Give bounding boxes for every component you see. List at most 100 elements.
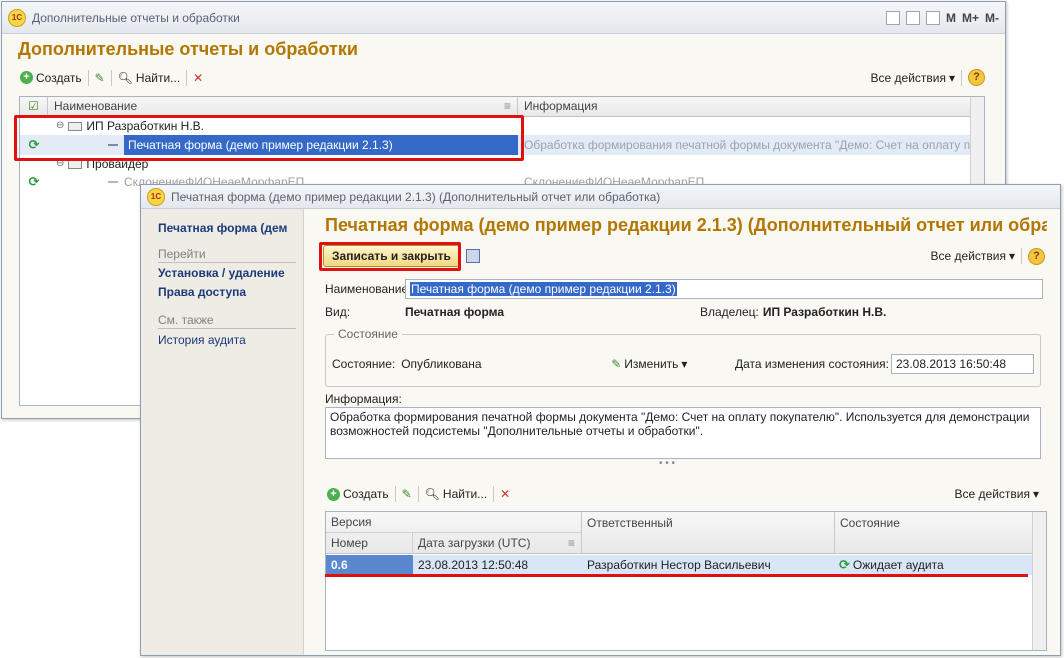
versions-grid: Версия Номер Дата загрузки (UTC) ≡ Ответ… (325, 511, 1047, 651)
versions-scrollbar[interactable] (1032, 512, 1046, 650)
toolbar-divider (186, 69, 188, 86)
edit-button[interactable]: ✎ (95, 71, 105, 85)
name-row: Наименование: Печатная форма (демо приме… (325, 279, 1043, 299)
filter-icon[interactable]: ≡ (504, 97, 511, 116)
plus-icon: + (20, 71, 33, 84)
refresh-status-icon: ⟳ (839, 557, 850, 572)
favorites-icon[interactable] (885, 10, 900, 25)
sidebar-current[interactable]: Печатная форма (дем (158, 221, 303, 235)
pencil-icon: ✎ (401, 487, 412, 501)
state-value: Опубликована (401, 357, 482, 371)
memory-mplus-button[interactable]: M+ (962, 11, 979, 25)
save-icon[interactable] (465, 249, 480, 263)
sidebar: Печатная форма (дем Перейти Установка / … (141, 209, 304, 655)
state-date-label: Дата изменения состояния: (734, 357, 889, 371)
kind-label: Вид: (325, 305, 351, 319)
memory-m-button[interactable]: M (946, 11, 956, 25)
column-responsible[interactable]: Ответственный (582, 512, 835, 553)
plus-icon: + (327, 487, 340, 501)
column-number[interactable]: Номер (326, 533, 413, 554)
column-name[interactable]: Наименование ≡ (48, 97, 518, 116)
version-state-cell: ⟳ Ожидает аудита (835, 555, 1034, 575)
1c-logo-icon: 1С (8, 8, 26, 27)
highlight-box (14, 115, 524, 161)
help-icon[interactable]: ? (968, 69, 985, 86)
table-row[interactable]: 0.6 23.08.2013 12:50:48 Разработкин Нест… (326, 555, 1034, 575)
cancel-search-icon: ✕ (500, 487, 511, 501)
splitter-handle[interactable]: • • • (659, 458, 675, 469)
state-group: Состояние Состояние: Опубликована ✎ Измен… (325, 327, 1041, 387)
column-version-group: Версия Номер Дата загрузки (UTC) ≡ (326, 512, 582, 554)
kind-value: Печатная форма (405, 305, 505, 319)
toolbar-divider (394, 486, 396, 502)
sidebar-see-also-header: См. также (158, 313, 296, 329)
row-info (518, 117, 984, 135)
highlight-box (319, 242, 461, 271)
state-label: Состояние: (332, 357, 396, 371)
version-subheader: Номер Дата загрузки (UTC) ≡ (326, 533, 581, 554)
name-label: Наименование: (325, 282, 412, 296)
edit-version-button[interactable]: ✎ (402, 487, 412, 501)
front-window-title: Печатная форма (демо пример редакции 2.1… (171, 189, 661, 204)
back-window-titlebar: 1С Дополнительные отчеты и обработки M M… (2, 2, 1005, 34)
form-main: Печатная форма (демо пример редакции 2.1… (305, 209, 1060, 655)
row-info: Обработка формирования печатной формы до… (524, 138, 984, 152)
pencil-icon: ✎ (611, 357, 622, 371)
name-field[interactable]: Печатная форма (демо пример редакции 2.1… (405, 279, 1043, 299)
info-field[interactable]: Обработка формирования печатной формы до… (325, 407, 1041, 459)
find-version-button[interactable]: 🔍︎ Найти... (425, 487, 487, 501)
toolbar-divider (961, 69, 962, 86)
column-state[interactable]: Состояние (835, 512, 1034, 553)
column-upload-date[interactable]: Дата загрузки (UTC) ≡ (413, 533, 581, 554)
toolbar-divider (1021, 248, 1022, 264)
cancel-search-icon: ✕ (193, 70, 204, 85)
toolbar-divider (493, 486, 495, 502)
front-window: 1С Печатная форма (демо пример редакции … (140, 184, 1061, 656)
column-info[interactable]: Информация (518, 97, 984, 116)
owner-label: Владелец: (700, 305, 759, 319)
back-window-title: Дополнительные отчеты и обработки (32, 10, 240, 25)
state-group-title: Состояние (334, 327, 402, 341)
all-actions-button[interactable]: Все действия ▾ (931, 249, 1016, 263)
info-label: Информация: (325, 392, 402, 406)
sidebar-item-install[interactable]: Установка / удаление (158, 266, 303, 280)
create-button[interactable]: + Создать (20, 71, 82, 85)
pencil-icon: ✎ (94, 70, 105, 85)
versions-header: Версия Номер Дата загрузки (UTC) ≡ Ответ… (326, 512, 1034, 554)
filter-icon[interactable]: ≡ (568, 533, 575, 554)
kind-owner-row: Вид: Печатная форма Владелец: ИП Разрабо… (325, 305, 1043, 319)
back-page-title: Дополнительные отчеты и обработки (18, 39, 358, 59)
versions-all-actions-button[interactable]: Все действия ▾ (955, 487, 1040, 501)
cancel-search-button[interactable]: ✕ (193, 71, 203, 85)
toolbar-divider (110, 69, 112, 86)
column-version[interactable]: Версия (326, 512, 581, 533)
calendar-icon[interactable] (925, 10, 940, 25)
search-icon: 🔍︎ (424, 487, 440, 501)
owner-value: ИП Разработкин Н.В. (762, 305, 887, 319)
help-icon[interactable]: ? (1028, 247, 1045, 265)
column-check[interactable]: ☑ (20, 97, 48, 116)
toolbar-divider (417, 486, 419, 502)
cancel-search-button[interactable]: ✕ (500, 487, 510, 501)
row-info (518, 155, 984, 173)
item-icon (108, 181, 118, 183)
highlight-underline (325, 574, 1028, 577)
version-responsible-cell: Разработкин Нестор Васильевич (587, 558, 771, 572)
sidebar-goto-header: Перейти (158, 247, 296, 263)
state-date-field[interactable]: 23.08.2013 16:50:48 (891, 354, 1034, 374)
calculator-icon[interactable] (905, 10, 920, 25)
find-button[interactable]: 🔍︎ Найти... (118, 71, 180, 85)
memory-mminus-button[interactable]: M- (985, 11, 999, 25)
version-number-cell: 0.6 (326, 555, 413, 575)
front-window-titlebar: 1С Печатная форма (демо пример редакции … (141, 185, 1060, 209)
sidebar-item-audit-history[interactable]: История аудита (158, 333, 303, 347)
1c-logo-icon: 1С (147, 187, 165, 206)
grid-header: ☑ Наименование ≡ Информация (20, 97, 984, 117)
form-title: Печатная форма (демо пример редакции 2.1… (325, 215, 1047, 235)
sidebar-item-access-rights[interactable]: Права доступа (158, 285, 303, 299)
all-actions-button[interactable]: Все действия ▾ (871, 71, 956, 85)
change-state-button[interactable]: ✎ Изменить ▾ (611, 357, 687, 371)
state-row: Состояние: Опубликована ✎ Изменить ▾ Дата… (332, 354, 1034, 374)
search-icon: 🔍︎ (117, 70, 133, 85)
create-version-button[interactable]: + Создать (327, 487, 389, 501)
